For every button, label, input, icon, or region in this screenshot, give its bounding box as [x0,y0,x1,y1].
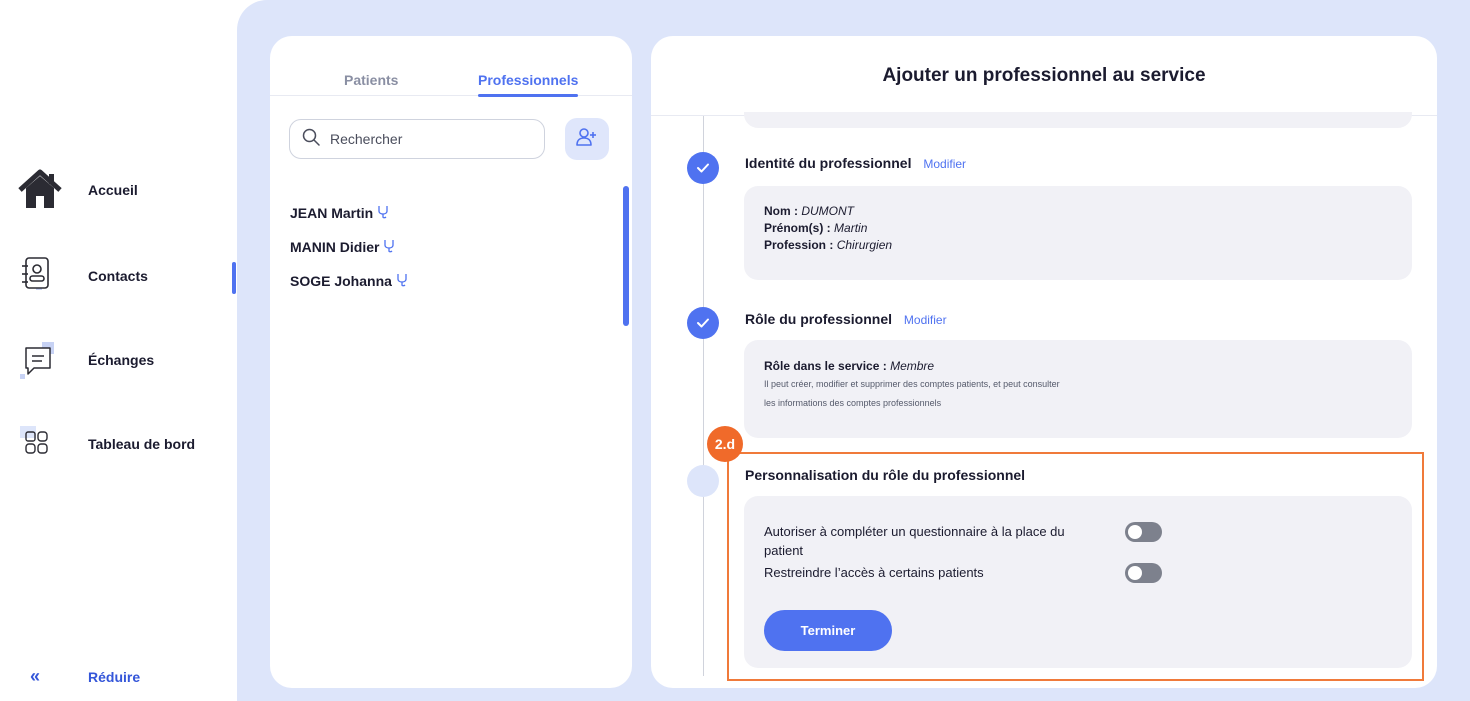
role-value: Membre [890,359,935,373]
chat-bubble-icon [16,338,60,382]
contact-name: SOGE Johanna [290,273,392,289]
sidebar-item-echanges[interactable]: Échanges [16,336,154,384]
stethoscope-icon [396,273,408,290]
double-chevron-left-icon: « [30,666,41,686]
nom-value: DUMONT [801,204,855,218]
dashboard-grid-icon [16,422,60,466]
timeline-line [703,116,704,676]
nom-line: Nom : DUMONT [764,203,1392,220]
role-line: Rôle dans le service : Membre [764,358,1392,375]
contact-name: JEAN Martin [290,205,374,221]
add-user-icon [576,127,598,152]
step-completed-dot [687,152,719,184]
list-item[interactable]: MANIN Didier [290,230,408,264]
identity-card: Nom : DUMONT Prénom(s) : Martin Professi… [744,186,1412,280]
contact-name: MANIN Didier [290,239,380,255]
sidebar-item-label: Contacts [88,268,148,284]
contacts-book-icon [16,254,60,298]
step-badge: 2.d [707,426,743,462]
step-title-text: Identité du professionnel [745,155,912,171]
highlight-frame [727,452,1424,681]
sidebar-item-label: Échanges [88,352,155,368]
stethoscope-icon [383,239,395,256]
list-scrollbar[interactable] [623,186,629,326]
add-professional-button[interactable] [565,118,609,160]
role-description: les informations des comptes professionn… [764,398,942,408]
profession-line: Profession : Chirurgien [764,237,1392,254]
role-card: Rôle dans le service : Membre Il peut cr… [744,340,1412,438]
check-icon [697,163,709,173]
sidebar-item-accueil[interactable]: Accueil [16,166,138,214]
step-title-text: Rôle du professionnel [745,311,893,327]
reduce-label: Réduire [88,668,141,685]
stethoscope-icon [377,205,389,222]
check-icon [697,318,709,328]
contact-list-panel: Patients Professionnels JEAN Martin [270,36,632,688]
role-label: Rôle dans le service : [764,359,887,373]
tab-patients[interactable]: Patients [344,72,398,88]
modify-role-link[interactable]: Modifier [904,313,947,327]
profession-value: Chirurgien [836,238,893,252]
list-item[interactable]: JEAN Martin [290,196,408,230]
sidebar-item-tableau-de-bord[interactable]: Tableau de bord [16,420,195,468]
sidebar-item-label: Accueil [88,182,138,198]
profession-label: Profession : [764,238,834,252]
nom-label: Nom : [764,204,798,218]
form-header: Ajouter un professionnel au service [651,36,1437,116]
search-input[interactable] [330,131,530,147]
modify-identity-link[interactable]: Modifier [923,157,966,171]
sidebar-item-contacts[interactable]: Contacts [16,252,148,300]
page-title: Ajouter un professionnel au service [882,64,1206,86]
search-icon [302,128,320,151]
list-item[interactable]: SOGE Johanna [290,264,408,298]
prenom-label: Prénom(s) : [764,221,831,235]
step-completed-dot [687,307,719,339]
prenom-value: Martin [834,221,868,235]
contact-list: JEAN Martin MANIN Didier SOGE Johanna [290,196,408,312]
active-nav-indicator [232,262,236,294]
home-icon [16,168,62,212]
role-description: Il peut créer, modifier et supprimer des… [764,379,1060,389]
sidebar-item-label: Tableau de bord [88,436,196,452]
previous-step-card [744,112,1412,128]
step-pending-dot [687,465,719,497]
identity-step-title: Identité du professionnel Modifier [745,155,966,171]
prenom-line: Prénom(s) : Martin [764,220,1392,237]
sidebar: Accueil Contacts Échanges Tableau de bor… [0,0,237,701]
role-step-title: Rôle du professionnel Modifier [745,311,947,327]
reduce-sidebar-button[interactable]: « Réduire [30,666,140,687]
active-tab-underline [478,94,578,97]
tab-professionnels[interactable]: Professionnels [478,72,578,88]
search-box [289,119,545,159]
tab-bar: Patients Professionnels [270,36,632,97]
